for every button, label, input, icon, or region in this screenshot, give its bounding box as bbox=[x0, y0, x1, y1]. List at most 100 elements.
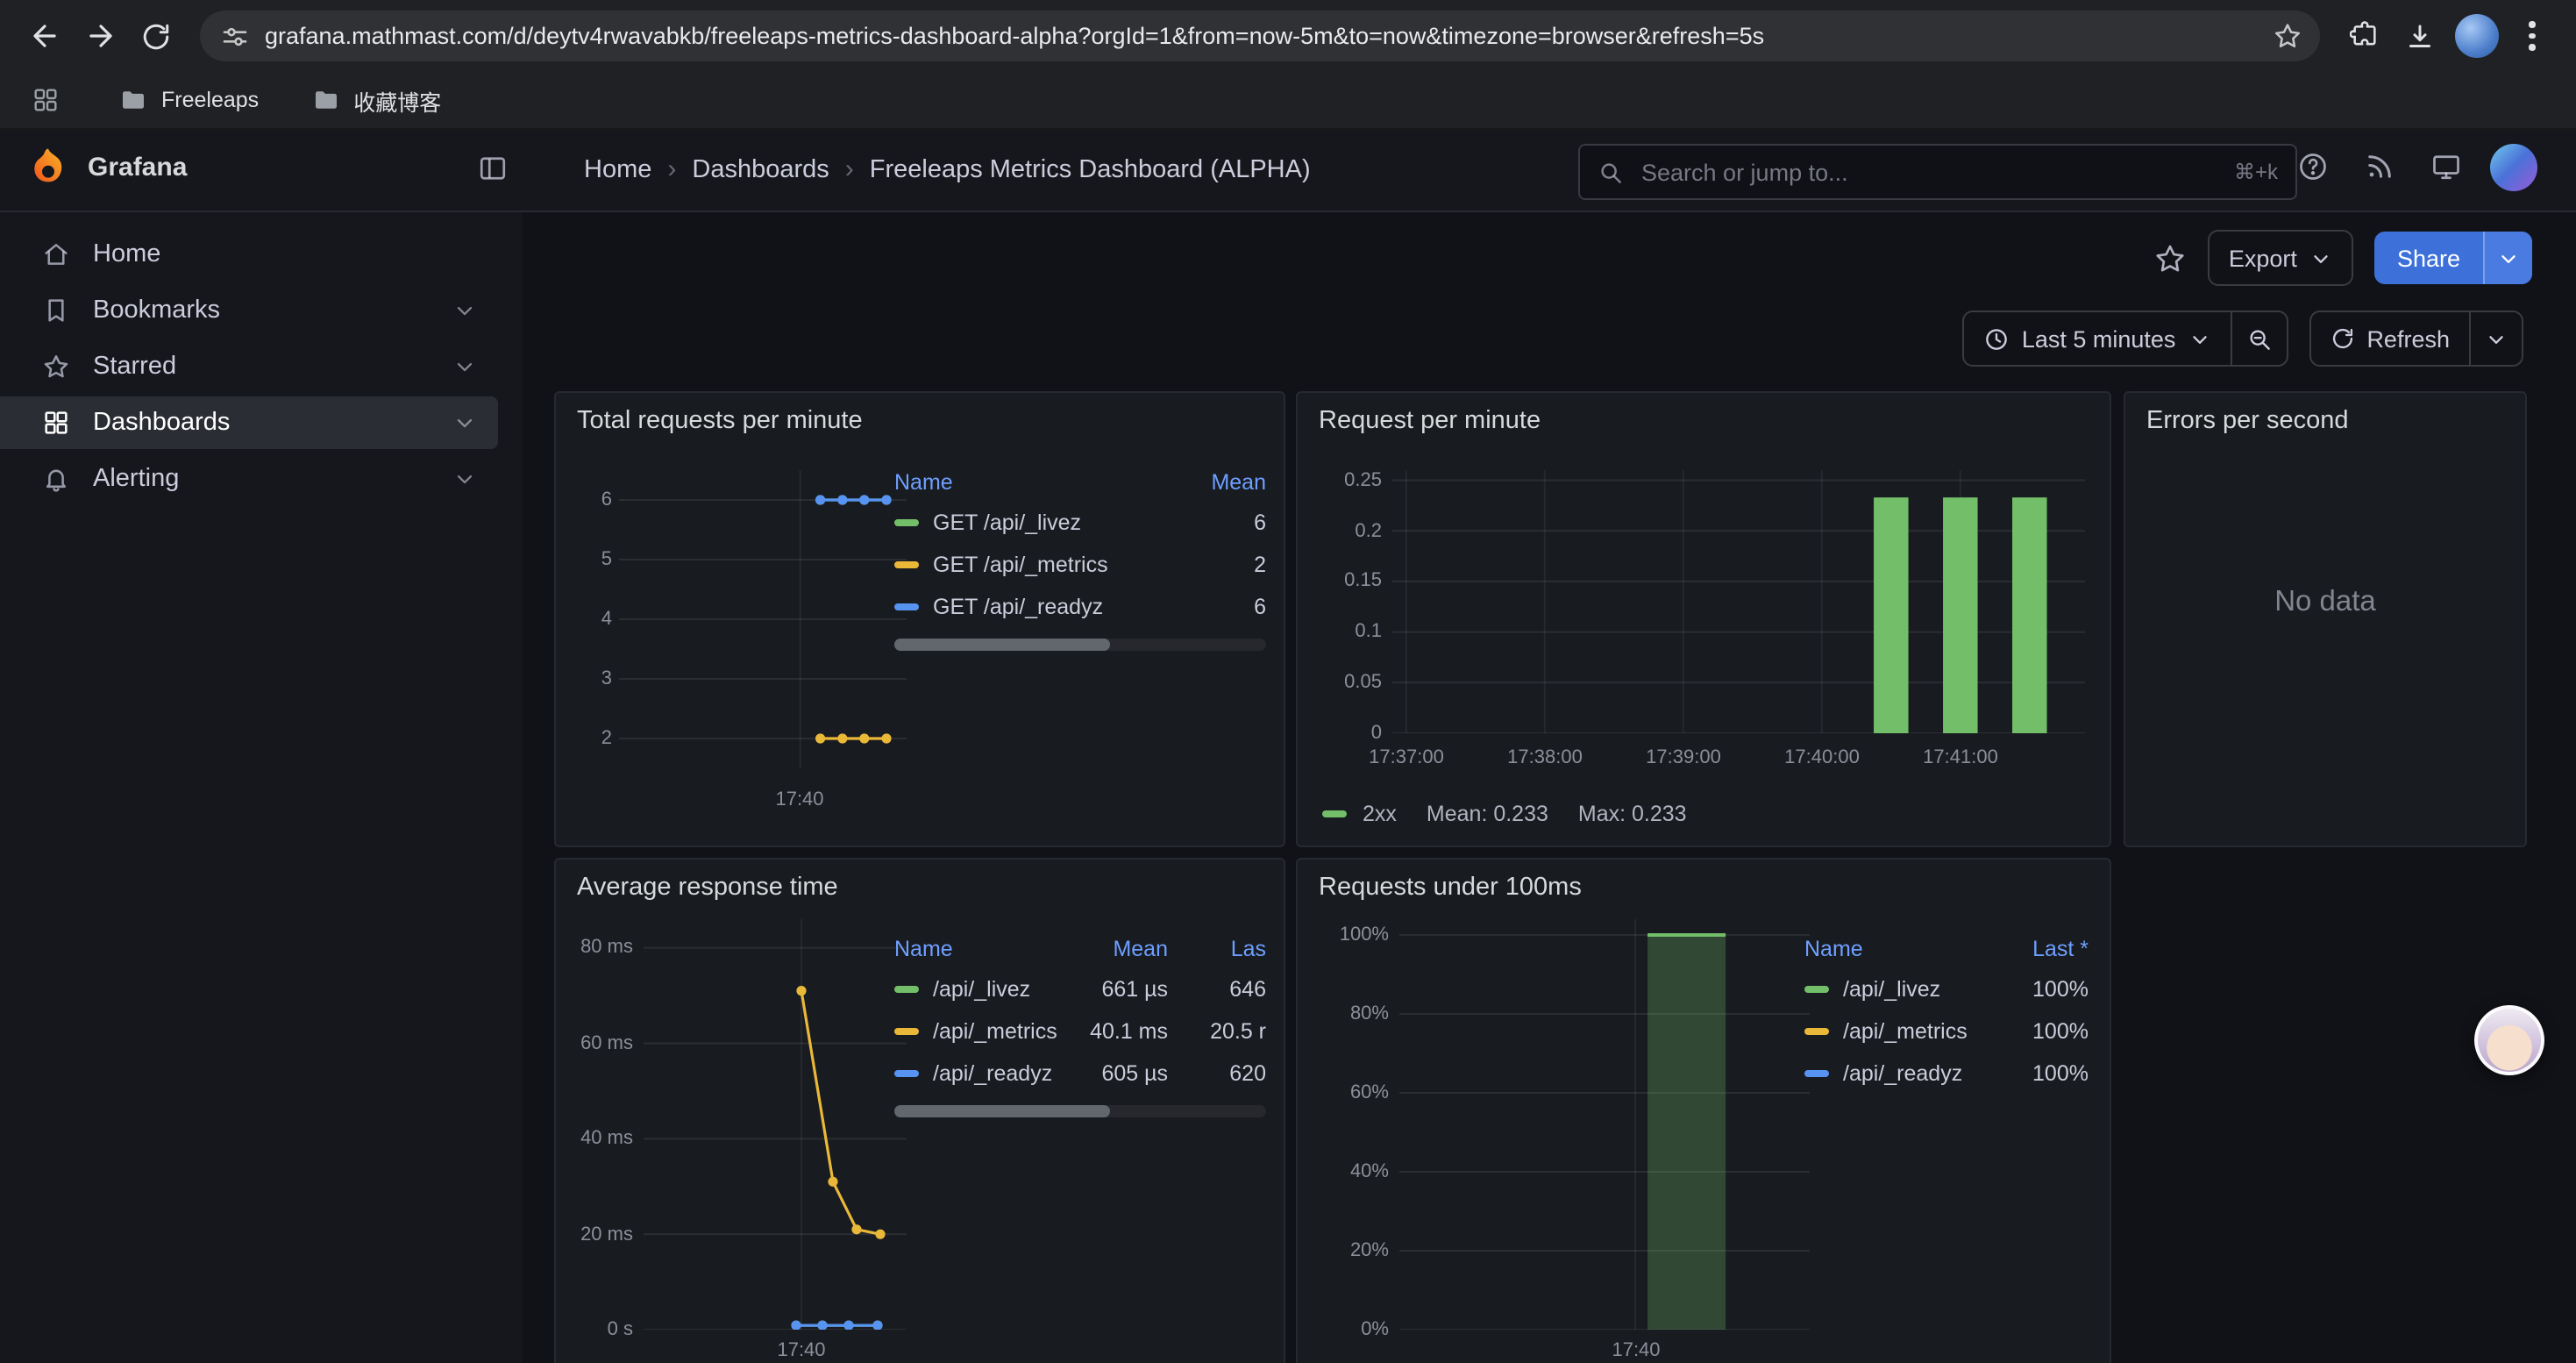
y-tick: 0.15 bbox=[1344, 570, 1382, 591]
scrollbar-thumb[interactable] bbox=[894, 1105, 1110, 1117]
sidebar: Home Bookmarks Starred Dashboards bbox=[0, 211, 523, 1363]
sidebar-item-bookmarks[interactable]: Bookmarks bbox=[0, 284, 498, 337]
site-settings-icon[interactable] bbox=[221, 22, 249, 50]
sidebar-item-home[interactable]: Home bbox=[0, 228, 498, 281]
chevron-down-icon[interactable] bbox=[452, 354, 477, 379]
panel-title[interactable]: Average response time bbox=[556, 860, 1284, 902]
series-last: 100% bbox=[2001, 977, 2089, 1002]
user-avatar[interactable] bbox=[2488, 142, 2537, 191]
legend-col-last[interactable]: Last * bbox=[2001, 937, 2089, 961]
refresh-interval-button[interactable] bbox=[2469, 312, 2522, 365]
y-tick: 40 ms bbox=[580, 1128, 633, 1149]
bookmark-folder-freeleaps[interactable]: Freeleaps bbox=[119, 86, 259, 114]
profile-avatar[interactable] bbox=[2450, 10, 2502, 62]
bookmarks-bar: Freeleaps 收藏博客 bbox=[0, 72, 2576, 130]
share-label: Share bbox=[2397, 245, 2460, 271]
panel-total-requests[interactable]: Total requests per minute 6 5 4 3 2 17:4… bbox=[554, 391, 1285, 847]
chevron-down-icon[interactable] bbox=[452, 298, 477, 323]
y-tick: 20% bbox=[1350, 1240, 1389, 1261]
sidebar-item-dashboards[interactable]: Dashboards bbox=[0, 396, 498, 449]
legend-row[interactable]: GET /api/_metrics 2 bbox=[894, 544, 1266, 586]
share-menu-button[interactable] bbox=[2483, 232, 2532, 284]
bookmark-star-icon[interactable] bbox=[2264, 13, 2309, 59]
back-icon[interactable] bbox=[18, 10, 70, 62]
panel-average-response-time[interactable]: Average response time 80 ms 60 ms 40 ms … bbox=[554, 858, 1285, 1363]
legend-row[interactable]: GET /api/_readyz 6 bbox=[894, 586, 1266, 628]
scrollbar-thumb[interactable] bbox=[894, 639, 1110, 651]
favorite-star-icon[interactable] bbox=[2153, 241, 2187, 275]
series-dash-blue bbox=[1804, 1071, 1829, 1077]
series-last: 100% bbox=[2001, 1019, 2089, 1044]
panel-title[interactable]: Errors per second bbox=[2125, 393, 2525, 435]
legend-row[interactable]: /api/_metrics 100% bbox=[1804, 1010, 2089, 1053]
sidebar-item-starred[interactable]: Starred bbox=[0, 340, 498, 393]
help-icon[interactable] bbox=[2288, 142, 2338, 191]
url-text[interactable]: grafana.mathmast.com/d/deytv4rwavabkb/fr… bbox=[265, 23, 2248, 49]
panel-legend: 2xx Mean: 0.233 Max: 0.233 bbox=[1322, 802, 1687, 826]
legend-row[interactable]: /api/_livez 100% bbox=[1804, 968, 2089, 1010]
panel-title[interactable]: Request per minute bbox=[1298, 393, 2110, 435]
chevron-down-icon[interactable] bbox=[452, 410, 477, 435]
legend-col-mean[interactable]: Mean bbox=[1066, 937, 1168, 961]
legend-col-name[interactable]: Name bbox=[1804, 937, 2001, 961]
floating-assistant-avatar[interactable] bbox=[2474, 1005, 2544, 1075]
refresh-label: Refresh bbox=[2366, 325, 2450, 352]
browser-toolbar: grafana.mathmast.com/d/deytv4rwavabkb/fr… bbox=[0, 0, 2576, 72]
series-dash-green bbox=[1322, 811, 1347, 817]
legend-row[interactable]: /api/_metrics 40.1 ms 20.5 r bbox=[894, 1010, 1266, 1053]
time-range-picker[interactable]: Last 5 minutes bbox=[1964, 312, 2231, 365]
panel-request-per-minute[interactable]: Request per minute 0.25 0.2 0.15 0.1 0.0… bbox=[1296, 391, 2111, 847]
kebab-icon bbox=[2530, 22, 2536, 51]
chevron-down-icon[interactable] bbox=[452, 467, 477, 491]
share-button[interactable]: Share bbox=[2374, 232, 2483, 284]
legend-col-name[interactable]: Name bbox=[894, 937, 1066, 961]
legend-scrollbar[interactable] bbox=[894, 1105, 1266, 1117]
monitor-icon[interactable] bbox=[2422, 142, 2471, 191]
series-mean: 661 µs bbox=[1066, 977, 1168, 1002]
dock-sidebar-icon[interactable] bbox=[477, 153, 509, 184]
legend-col-mean[interactable]: Mean bbox=[1178, 470, 1266, 495]
reload-icon[interactable] bbox=[130, 10, 182, 62]
x-tick: 17:40:00 bbox=[1784, 747, 1860, 768]
export-button[interactable]: Export bbox=[2208, 230, 2353, 286]
sidebar-item-label: Dashboards bbox=[93, 409, 230, 437]
breadcrumb-home[interactable]: Home bbox=[584, 155, 651, 183]
y-tick: 60% bbox=[1350, 1082, 1389, 1103]
search-box[interactable]: ⌘+k bbox=[1578, 144, 2297, 200]
panel-title[interactable]: Requests under 100ms bbox=[1298, 860, 2110, 902]
x-tick: 17:40 bbox=[1612, 1340, 1660, 1361]
sidebar-item-label: Bookmarks bbox=[93, 296, 220, 325]
sidebar-item-alerting[interactable]: Alerting bbox=[0, 453, 498, 505]
downloads-icon[interactable] bbox=[2394, 10, 2446, 62]
star-icon bbox=[42, 353, 70, 381]
grafana-logo[interactable] bbox=[25, 146, 72, 193]
browser-menu-icon[interactable] bbox=[2506, 10, 2558, 62]
zoom-out-button[interactable] bbox=[2230, 312, 2286, 365]
apps-grid-icon[interactable] bbox=[25, 79, 67, 121]
legend-col-last[interactable]: Las bbox=[1168, 937, 1266, 961]
panel-requests-under-100ms[interactable]: Requests under 100ms 100% 80% 60% 40% 20… bbox=[1296, 858, 2111, 1363]
breadcrumb-dashboards[interactable]: Dashboards bbox=[692, 155, 829, 183]
legend-row[interactable]: GET /api/_livez 6 bbox=[894, 502, 1266, 544]
grafana-topnav: Grafana Home › Dashboards › Freeleaps Me… bbox=[0, 128, 2576, 212]
legend-row[interactable]: /api/_livez 661 µs 646 bbox=[894, 968, 1266, 1010]
refresh-button[interactable]: Refresh bbox=[2310, 312, 2469, 365]
x-tick: 17:39:00 bbox=[1646, 747, 1721, 768]
news-rss-icon[interactable] bbox=[2355, 142, 2404, 191]
legend-row[interactable]: /api/_readyz 100% bbox=[1804, 1053, 2089, 1095]
chevron-right-icon: › bbox=[667, 154, 676, 184]
series-dash-blue bbox=[894, 1071, 919, 1077]
bookmark-folder-blog[interactable]: 收藏博客 bbox=[311, 83, 441, 117]
series-name[interactable]: 2xx bbox=[1363, 802, 1397, 826]
legend-col-name[interactable]: Name bbox=[894, 470, 1178, 495]
x-tick: 17:40 bbox=[777, 1340, 825, 1361]
legend-scrollbar[interactable] bbox=[894, 639, 1266, 651]
panel-title[interactable]: Total requests per minute bbox=[556, 393, 1284, 435]
legend-row[interactable]: /api/_readyz 605 µs 620 bbox=[894, 1053, 1266, 1095]
address-bar[interactable]: grafana.mathmast.com/d/deytv4rwavabkb/fr… bbox=[200, 11, 2320, 61]
forward-icon[interactable] bbox=[74, 10, 126, 62]
y-tick: 100% bbox=[1340, 924, 1389, 946]
extensions-icon[interactable] bbox=[2338, 10, 2390, 62]
search-input[interactable] bbox=[1638, 157, 2220, 187]
panel-errors-per-second[interactable]: Errors per second No data bbox=[2124, 391, 2527, 847]
